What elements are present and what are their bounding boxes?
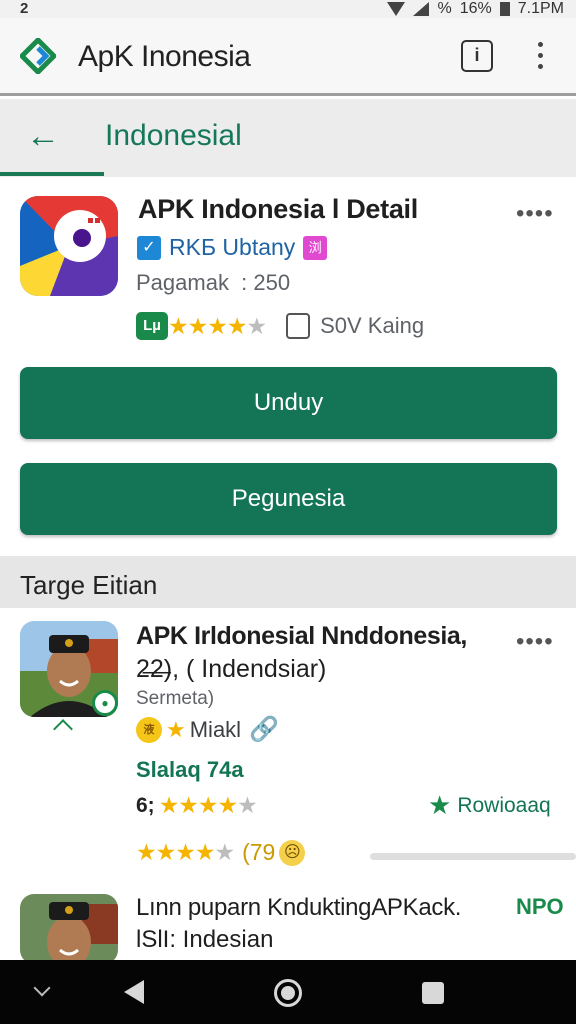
app-title: ApK Inonesia	[78, 40, 251, 73]
green-badge: Lµ	[136, 312, 168, 340]
rating-stars: ★★★★★	[136, 839, 235, 865]
section-header: Targe Eitian	[0, 556, 576, 608]
review-label: Rowioaaq	[457, 793, 551, 817]
list-item-title[interactable]: Lınn puparn KnduktingAPKack.	[136, 894, 461, 922]
item-more-icon[interactable]: ••••	[516, 628, 554, 656]
review-star-icon: ★	[428, 790, 452, 820]
wifi-icon	[387, 2, 406, 16]
more-vert-icon[interactable]	[530, 42, 550, 72]
sub-header-indicator	[0, 172, 104, 176]
battery-icon	[499, 2, 510, 16]
status-time: 7.1PM	[517, 0, 564, 17]
review-link[interactable]: ★ Rowioaaq	[428, 790, 551, 821]
chevron-down-icon[interactable]	[33, 979, 51, 997]
detail-more-icon[interactable]: ••••	[516, 200, 554, 228]
status-percent: %	[437, 0, 452, 17]
download-button[interactable]: Unduy	[20, 367, 557, 439]
arrow-back-icon[interactable]: ←	[26, 119, 60, 153]
progress-bar	[370, 853, 576, 860]
item-rating-row: 6; ★★★★★	[136, 792, 258, 819]
rating-count: (79	[242, 839, 276, 865]
tag-label: Miakl	[189, 716, 242, 742]
rating-number: 6;	[136, 793, 155, 817]
sub-header: ← Indonesial	[0, 99, 576, 177]
status-bar: 2 % 16% 7.1PM	[0, 0, 576, 18]
list-item-badge: NPO	[516, 894, 564, 919]
verified-check-icon: ✓	[137, 235, 161, 260]
list-item-subtitle: 2̶2̶), ( Indendsiar)	[136, 655, 327, 683]
list-item-highlight: Slalaq 74a	[136, 757, 244, 782]
rating-stars: ★★★★★	[168, 312, 267, 339]
secondary-button[interactable]: Pegunesia	[20, 463, 557, 535]
chevron-up-icon[interactable]	[53, 719, 73, 739]
tag-row: 液 ★ Miakl 🔗	[136, 715, 279, 744]
link-icon[interactable]: 🔗	[249, 715, 279, 744]
avatar[interactable]	[20, 894, 118, 964]
sad-face-icon: ☹	[279, 839, 306, 866]
app-icon	[20, 196, 118, 296]
info-button[interactable]: i	[461, 40, 493, 72]
pink-badge: 浏	[303, 235, 328, 260]
nav-recents-icon[interactable]	[422, 982, 444, 1004]
developer-name[interactable]: RKБ Ubtany	[169, 234, 295, 261]
section-title: Targe Eitian	[20, 570, 158, 600]
list-item-meta: Sermeta)	[136, 688, 215, 709]
app-logo-icon	[20, 38, 56, 74]
list-item-title[interactable]: APK Irldonesial Nnddonesia,	[136, 622, 467, 651]
star-icon: ★	[166, 716, 186, 742]
list-item-subtitle: lSlI: Indesian	[136, 926, 274, 953]
app-detail-title: APK Indonesia l Detail	[138, 194, 418, 224]
system-nav-bar	[0, 960, 576, 1024]
signal-icon	[413, 2, 430, 16]
coin-icon: 液	[136, 716, 162, 743]
online-badge-icon: ●	[92, 690, 118, 716]
document-icon	[286, 313, 311, 339]
app-bar: ApK Inonesia i	[0, 18, 576, 96]
rating-row: Lµ ★★★★★ S0V Kaing	[136, 311, 424, 341]
app-meta: Pagamak : 250	[136, 270, 291, 295]
status-right: % 16% 7.1PM	[387, 0, 564, 18]
item-rating-row-2: ★★★★★ (79 ☹	[136, 839, 306, 866]
battery-level: 16%	[459, 0, 492, 17]
size-text: S0V Kaing	[320, 313, 425, 338]
status-left-glyph: 2	[20, 0, 29, 17]
sub-header-title: Indonesial	[105, 119, 242, 152]
nav-home-icon[interactable]	[274, 979, 302, 1007]
rating-stars: ★★★★★	[158, 792, 258, 818]
developer-row: ✓ RKБ Ubtany 浏	[137, 234, 328, 261]
nav-back-icon[interactable]	[124, 980, 144, 1004]
